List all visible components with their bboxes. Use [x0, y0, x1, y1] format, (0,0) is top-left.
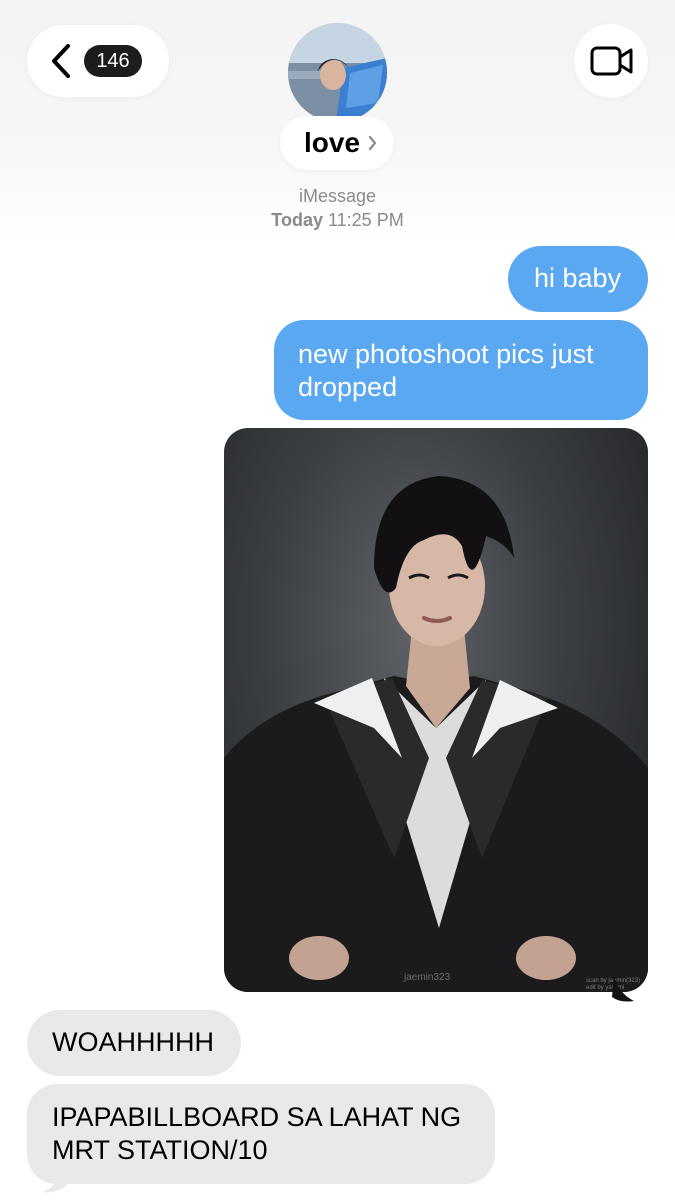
- video-camera-icon: [590, 46, 633, 76]
- video-call-button[interactable]: [574, 24, 648, 98]
- unread-count-badge: 146: [84, 45, 142, 77]
- time-label: 11:25 PM: [327, 210, 404, 230]
- message-bubble-received[interactable]: WOAHHHHH: [27, 1010, 241, 1076]
- message-bubble-sent[interactable]: new photoshoot pics just dropped: [274, 320, 648, 420]
- message-bubble-received[interactable]: IPAPABILLBOARD SA LAHAT NG MRT STATION/1…: [27, 1084, 495, 1184]
- chevron-right-icon: [368, 135, 377, 151]
- photo-image: jaemin323 scan by jaemin(323) edit by ya…: [224, 476, 648, 992]
- photo-message[interactable]: jaemin323 scan by jaemin(323) edit by ya…: [224, 428, 648, 992]
- chevron-left-icon: [52, 44, 70, 78]
- contact-avatar[interactable]: [288, 23, 387, 122]
- message-text: IPAPABILLBOARD SA LAHAT NG MRT STATION/1…: [52, 1102, 462, 1165]
- service-label: iMessage: [298, 186, 377, 206]
- avatar-photo: [288, 23, 387, 122]
- conversation-timestamp: Today 11:25 PM: [0, 210, 675, 231]
- message-text: new photoshoot pics just dropped: [298, 339, 594, 402]
- date-label: Today: [271, 210, 323, 230]
- photo-watermark: jaemin323: [403, 972, 451, 983]
- bubble-tail: [612, 975, 634, 1002]
- message-text: WOAHHHHH: [52, 1027, 214, 1057]
- message-text: hi baby: [534, 263, 622, 293]
- contact-name-button[interactable]: love: [280, 116, 394, 170]
- bubble-tail: [42, 1170, 66, 1193]
- contact-name: love: [304, 127, 361, 158]
- message-bubble-sent[interactable]: hi baby: [508, 246, 648, 312]
